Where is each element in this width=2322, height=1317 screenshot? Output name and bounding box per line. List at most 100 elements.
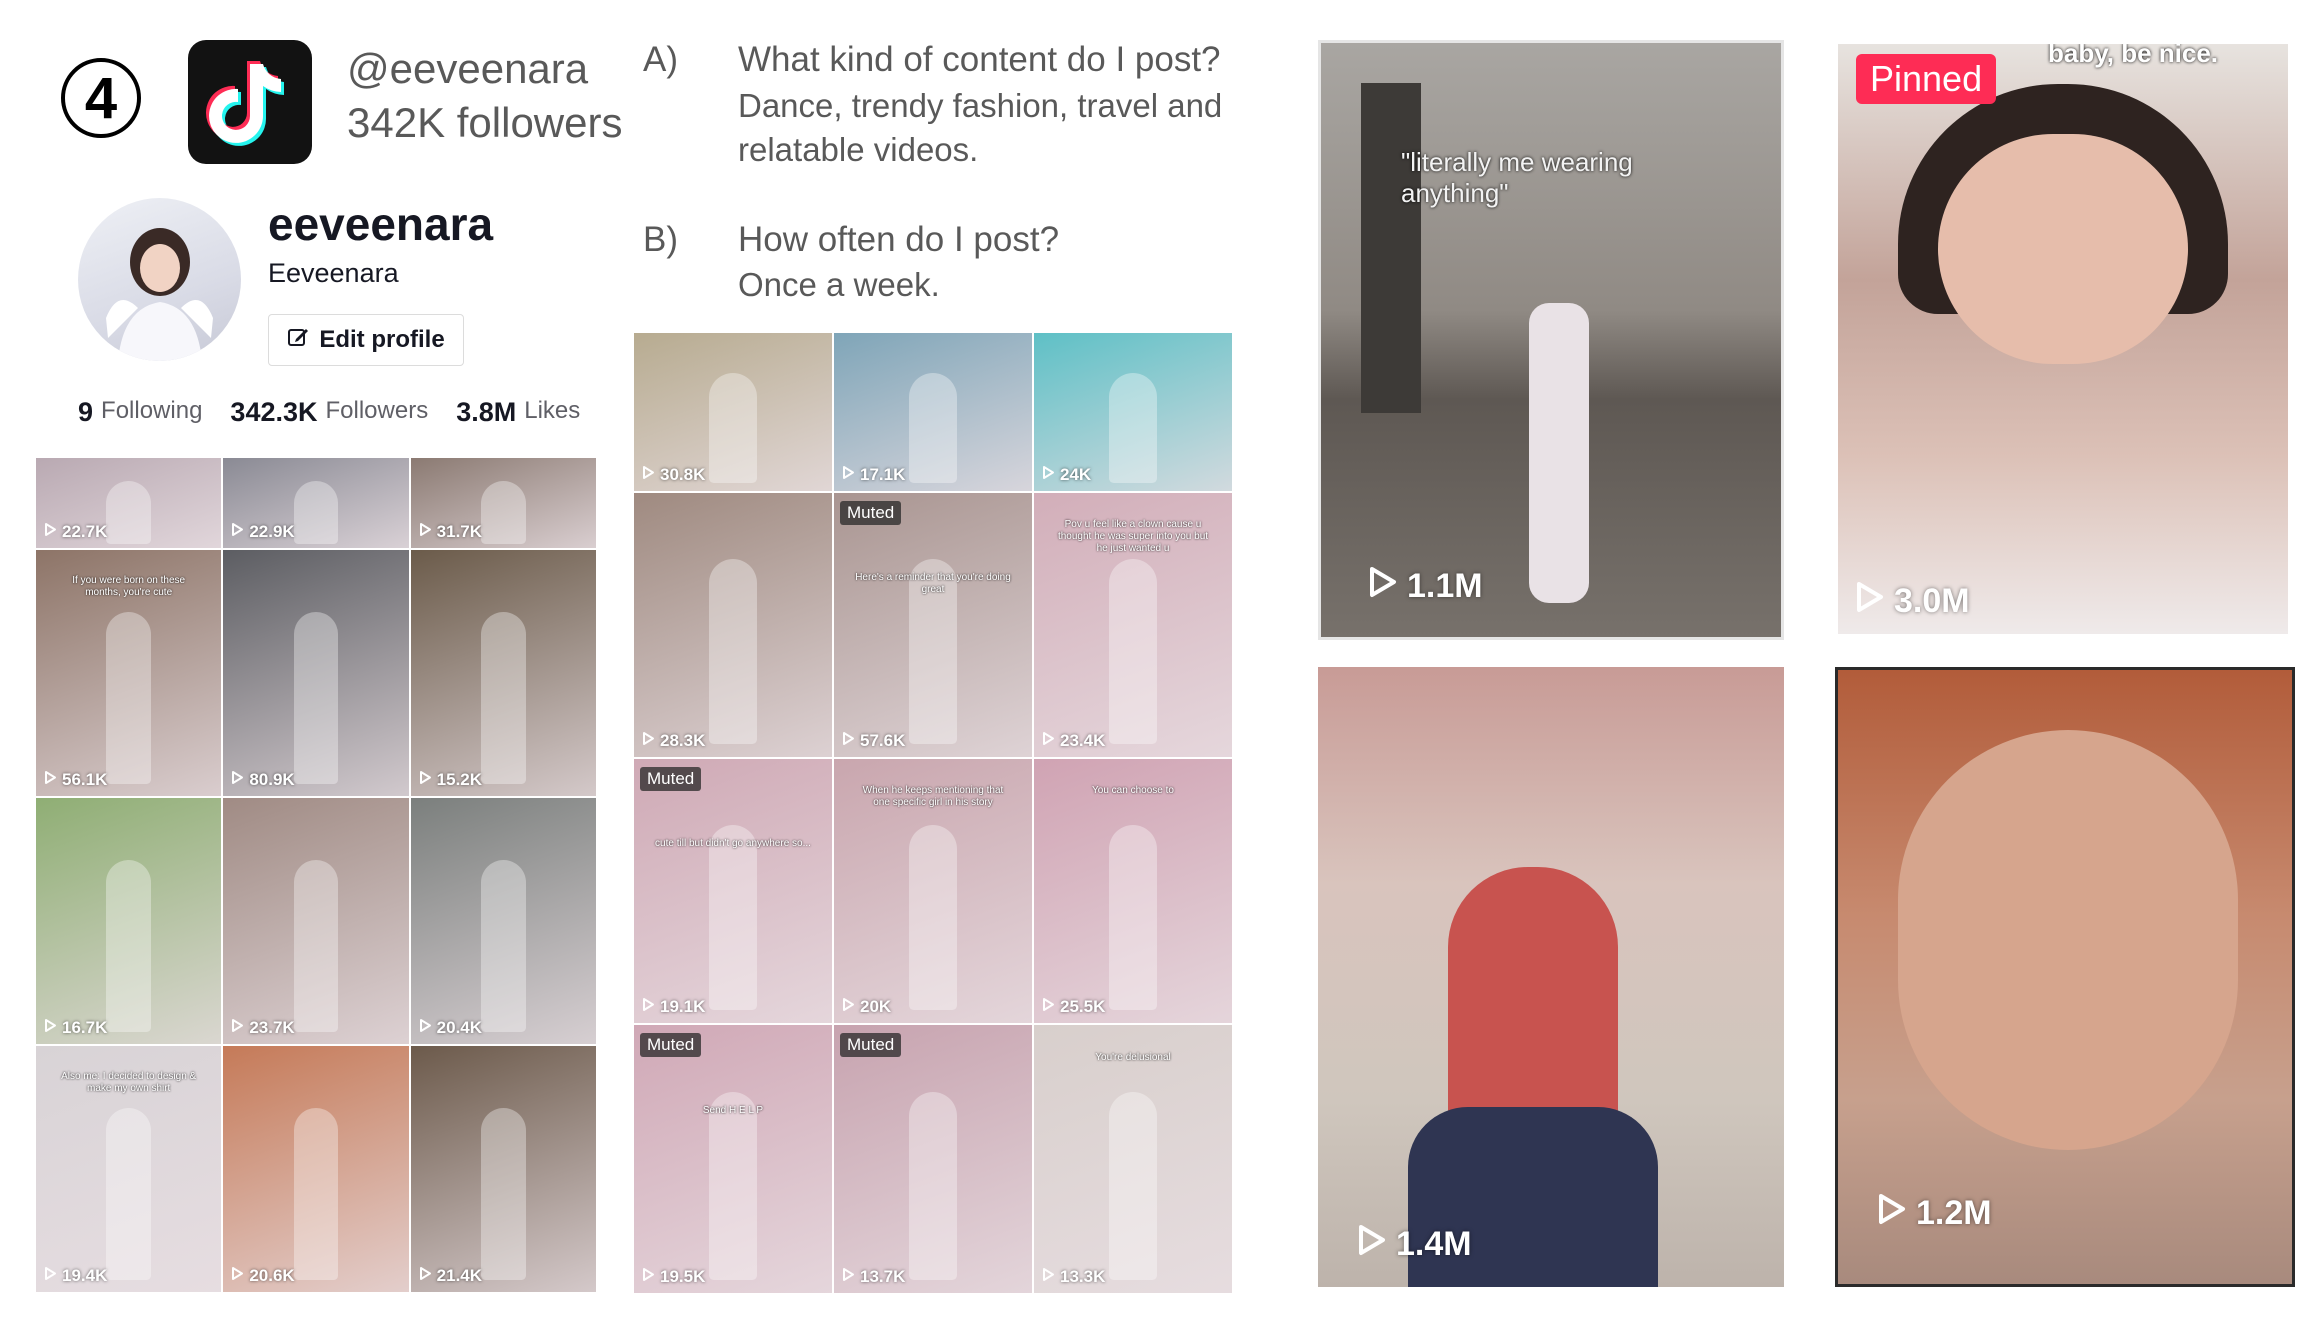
view-count: 13.7K bbox=[842, 1267, 905, 1287]
thumbnail-figure bbox=[293, 859, 339, 1032]
play-icon bbox=[1878, 1193, 1906, 1234]
step-number-badge: 4 bbox=[61, 58, 141, 138]
video-caption: You're delusional bbox=[1095, 1051, 1171, 1063]
play-icon bbox=[1856, 581, 1884, 622]
play-icon bbox=[842, 465, 855, 485]
thumbnail-figure bbox=[481, 859, 526, 1032]
featured-video-3[interactable]: 1.4M bbox=[1318, 667, 1784, 1287]
thumbnail-figure bbox=[106, 611, 151, 784]
featured-video-3-view-count: 1.4M bbox=[1396, 1225, 1472, 1263]
view-count: 28.3K bbox=[642, 731, 705, 751]
following-label[interactable]: Following bbox=[101, 397, 202, 428]
view-count-label: 20.6K bbox=[249, 1266, 295, 1285]
video-tile[interactable]: You can choose to 25.5K bbox=[1034, 759, 1232, 1023]
tiktok-logo-icon bbox=[188, 40, 312, 164]
view-count-label: 16.7K bbox=[62, 1018, 108, 1037]
video-caption: If you were born on these months, you're… bbox=[72, 574, 186, 598]
featured-video-3-views: 1.4M bbox=[1358, 1224, 1472, 1265]
video-tile[interactable]: 31.7K bbox=[410, 458, 596, 548]
video-tile[interactable]: 22.9K bbox=[223, 458, 409, 548]
view-count: 30.8K bbox=[642, 465, 705, 485]
view-count: 23.7K bbox=[231, 1018, 295, 1038]
video-tile[interactable]: 20.4K bbox=[410, 798, 596, 1044]
video-tile[interactable]: 28.3K bbox=[634, 493, 832, 757]
video-tile[interactable]: 80.9K bbox=[223, 550, 409, 796]
featured-video-2-caption: baby, be nice. bbox=[2048, 44, 2219, 68]
person-silhouette bbox=[1529, 303, 1589, 603]
view-count-label: 17.1K bbox=[860, 465, 906, 484]
play-icon bbox=[1042, 997, 1055, 1017]
video-tile[interactable]: Also me: I decided to design & make my o… bbox=[36, 1046, 222, 1292]
edit-profile-label: Edit profile bbox=[319, 326, 445, 353]
question-a-text: What kind of content do I post? bbox=[738, 40, 1221, 79]
thumbnail-figure bbox=[709, 825, 757, 1010]
view-count-label: 22.9K bbox=[249, 522, 295, 541]
question-a-label: A) bbox=[643, 40, 678, 79]
video-tile[interactable]: Muted cute till but didn't go anywhere so… bbox=[634, 759, 832, 1023]
video-caption: Here's a reminder that you're doing grea… bbox=[855, 572, 1011, 596]
following-count[interactable]: 9 bbox=[78, 397, 93, 428]
video-tile[interactable]: Muted Here's a reminder that you're doing… bbox=[834, 493, 1032, 757]
view-count: 20.6K bbox=[231, 1266, 295, 1286]
answer-a-line2: relatable videos. bbox=[738, 131, 979, 168]
doorway-shape bbox=[1361, 83, 1421, 413]
play-icon bbox=[642, 997, 655, 1017]
play-icon bbox=[44, 770, 57, 790]
play-icon bbox=[231, 770, 244, 790]
video-tile[interactable]: 15.2K bbox=[410, 550, 596, 796]
video-tile[interactable]: 23.7K bbox=[223, 798, 409, 1044]
video-tile[interactable]: You're delusional 13.3K bbox=[1034, 1025, 1232, 1293]
thumbnail-figure bbox=[909, 1092, 957, 1280]
video-tile[interactable]: 24K bbox=[1034, 333, 1232, 491]
thumbnail-figure bbox=[293, 1107, 339, 1280]
video-tile[interactable]: 17.1K bbox=[834, 333, 1032, 491]
video-tile[interactable]: 16.7K bbox=[36, 798, 222, 1044]
muted-badge: Muted bbox=[840, 501, 902, 525]
featured-video-2[interactable]: baby, be nice. Pinned 3.0M bbox=[1838, 44, 2288, 634]
hair-shape bbox=[1448, 867, 1618, 1147]
thumbnail-figure bbox=[1109, 372, 1157, 484]
play-icon bbox=[44, 522, 57, 542]
play-icon bbox=[1042, 465, 1055, 485]
edit-profile-button[interactable]: Edit profile bbox=[268, 314, 464, 366]
view-count-label: 57.6K bbox=[860, 731, 906, 750]
video-tile[interactable]: Pov u feel like a clown cause u thought … bbox=[1034, 493, 1232, 757]
video-tile[interactable]: Muted 13.7K bbox=[834, 1025, 1032, 1293]
view-count-label: 25.5K bbox=[1060, 997, 1106, 1016]
video-tile[interactable]: 20.6K bbox=[223, 1046, 409, 1292]
featured-video-4-view-count: 1.2M bbox=[1916, 1194, 1992, 1232]
thumbnail-figure bbox=[481, 611, 526, 784]
view-count: 23.4K bbox=[1042, 731, 1105, 751]
profile-display-name: Eeveenara bbox=[268, 258, 399, 288]
play-icon bbox=[419, 1266, 432, 1286]
view-count-label: 80.9K bbox=[249, 770, 295, 789]
view-count: 19.1K bbox=[642, 997, 705, 1017]
thumbnail-figure bbox=[293, 480, 339, 544]
featured-video-1[interactable]: "literally me wearing anything" 1.1M bbox=[1318, 40, 1784, 640]
video-tile[interactable]: 22.7K bbox=[36, 458, 222, 548]
play-icon bbox=[842, 1267, 855, 1287]
view-count: 19.5K bbox=[642, 1267, 705, 1287]
thumbnail-figure bbox=[1109, 559, 1157, 744]
avatar[interactable] bbox=[78, 198, 241, 361]
play-icon bbox=[842, 997, 855, 1017]
video-tile[interactable]: Muted Send H E L P 19.5K bbox=[634, 1025, 832, 1293]
video-tile[interactable]: 30.8K bbox=[634, 333, 832, 491]
view-count-label: 22.7K bbox=[62, 522, 108, 541]
video-caption: When he keeps mentioning that one specif… bbox=[862, 785, 1004, 809]
video-tile[interactable]: When he keeps mentioning that one specif… bbox=[834, 759, 1032, 1023]
followers-label[interactable]: Followers bbox=[326, 397, 429, 428]
answer-b-text: Once a week. bbox=[738, 266, 940, 303]
play-icon bbox=[419, 770, 432, 790]
play-icon bbox=[642, 465, 655, 485]
video-tile[interactable]: 21.4K bbox=[410, 1046, 596, 1292]
view-count: 25.5K bbox=[1042, 997, 1105, 1017]
featured-video-4[interactable]: 1.2M bbox=[1835, 667, 2295, 1287]
thumbnail-figure bbox=[106, 859, 151, 1032]
view-count: 19.4K bbox=[44, 1266, 107, 1286]
featured-video-1-caption: "literally me wearing anything" bbox=[1401, 147, 1633, 208]
followers-count[interactable]: 342.3K bbox=[230, 397, 317, 428]
play-icon bbox=[1042, 1267, 1055, 1287]
video-tile[interactable]: If you were born on these months, you're… bbox=[36, 550, 222, 796]
pinned-badge: Pinned bbox=[1856, 54, 1997, 104]
